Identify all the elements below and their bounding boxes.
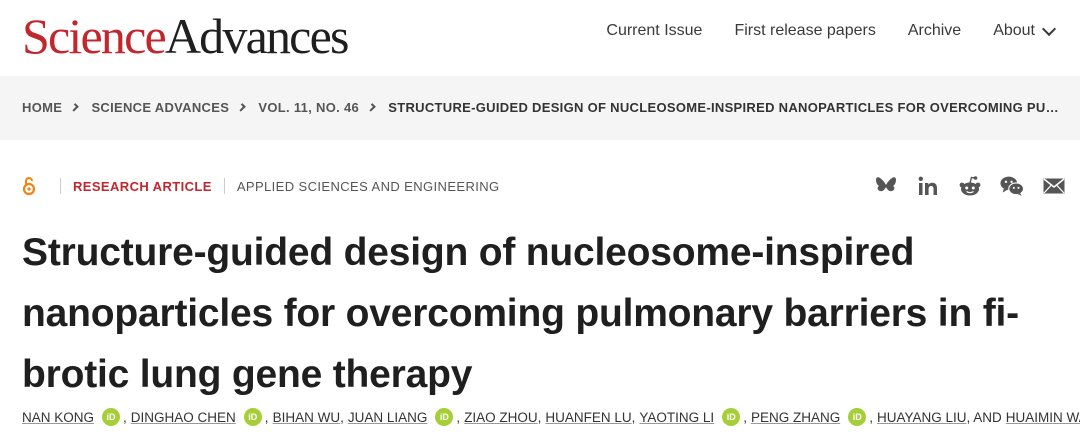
author-name[interactable]: YAOTING LI (639, 410, 714, 425)
author-name[interactable]: HUAYANG LIU (877, 410, 967, 425)
science-advances-logo[interactable]: ScienceAdvances (22, 6, 350, 66)
linkedin-icon[interactable] (916, 174, 940, 198)
author-separator: , (743, 409, 747, 425)
nav-about-label: About (993, 22, 1035, 39)
logo-science: Science (22, 8, 167, 64)
meta-divider (60, 178, 61, 194)
orcid-icon[interactable]: iD (243, 408, 262, 426)
author-separator: , (537, 409, 542, 425)
article-title-line: brotic lung gene therapy (22, 353, 473, 396)
author-separator: , (869, 409, 873, 425)
author-separator: , (631, 409, 636, 425)
orcid-icon[interactable]: iD (722, 408, 741, 426)
author-name[interactable]: DINGHAO CHEN (131, 410, 236, 425)
author-name[interactable]: HUANFEN LU (545, 410, 631, 425)
share-bar (874, 174, 1066, 198)
chevron-right-icon (367, 103, 376, 112)
main-nav: Current Issue First release papers Archi… (606, 21, 1057, 40)
breadcrumb: HOME SCIENCE ADVANCES VOL. 11, NO. 46 ST… (22, 100, 1062, 115)
wechat-icon[interactable] (1000, 174, 1024, 198)
article-meta: RESEARCH ARTICLE APPLIED SCIENCES AND EN… (22, 176, 500, 196)
breadcrumb-bar: HOME SCIENCE ADVANCES VOL. 11, NO. 46 ST… (0, 76, 1080, 140)
author-separator: , (264, 409, 269, 425)
nav-about[interactable]: About (993, 21, 1057, 40)
orcid-icon[interactable]: iD (848, 408, 867, 426)
article-title-line: Structure-guided design of nucleosome-in… (22, 231, 915, 274)
meta-divider (223, 178, 225, 194)
author-list: NAN KONG iD , DINGHAO CHEN iD , BIHAN WU… (22, 408, 1080, 426)
nav-first-release-papers[interactable]: First release papers (734, 22, 875, 40)
email-icon[interactable] (1042, 174, 1066, 198)
author-name[interactable]: HUAIMIN WANG (1006, 410, 1080, 425)
author-separator: , (123, 409, 127, 425)
author-name[interactable]: PENG ZHANG (751, 410, 840, 425)
breadcrumb-home[interactable]: HOME (22, 100, 62, 115)
open-access-icon (22, 177, 36, 196)
author-separator: , (340, 409, 344, 425)
chevron-right-icon (70, 103, 80, 112)
article-type: RESEARCH ARTICLE (73, 178, 212, 194)
logo-advances: Advances (164, 8, 350, 64)
breadcrumb-science-advances[interactable]: SCIENCE ADVANCES (91, 100, 229, 115)
author-name[interactable]: ZIAO ZHOU (464, 410, 538, 425)
article-title-line: nanoparticles for overcoming pulmonary b… (22, 292, 1019, 335)
author-name[interactable]: JUAN LIANG (348, 410, 428, 425)
nav-archive[interactable]: Archive (908, 22, 961, 40)
orcid-icon[interactable]: iD (435, 408, 454, 426)
article-title: Structure-guided design of nucleosome-in… (22, 222, 1062, 405)
author-name[interactable]: NAN KONG (22, 410, 94, 425)
bluesky-icon[interactable] (874, 174, 898, 198)
reddit-icon[interactable] (958, 174, 982, 198)
article-subject[interactable]: APPLIED SCIENCES AND ENGINEERING (237, 179, 500, 194)
nav-current-issue[interactable]: Current Issue (606, 22, 702, 40)
chevron-down-icon (1041, 21, 1057, 36)
breadcrumb-current: STRUCTURE-GUIDED DESIGN OF NUCLEOSOME-IN… (388, 100, 1062, 115)
breadcrumb-volume[interactable]: VOL. 11, NO. 46 (258, 100, 359, 115)
author-separator: , AND (966, 409, 1002, 425)
orcid-icon[interactable]: iD (102, 408, 121, 426)
site-header: ScienceAdvances Current Issue First rele… (0, 0, 1080, 76)
chevron-right-icon (237, 103, 247, 112)
author-name[interactable]: BIHAN WU (273, 410, 341, 425)
author-separator: , (456, 409, 461, 425)
